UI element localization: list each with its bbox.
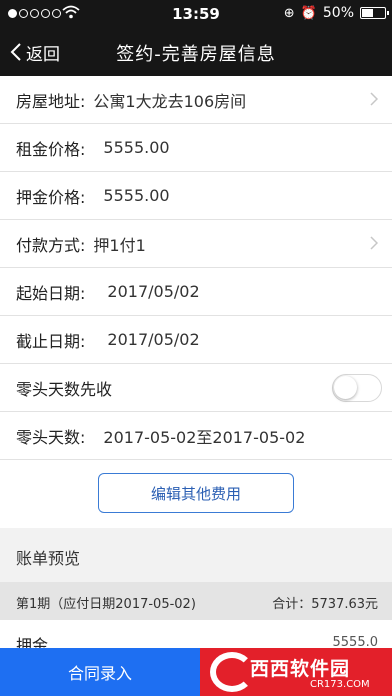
rotation-lock-icon: ⊕ bbox=[283, 5, 295, 21]
deposit-value[interactable]: 5555.00 bbox=[103, 186, 169, 205]
chevron-right-icon bbox=[370, 236, 378, 250]
contract-entry-button[interactable]: 合同录入 bbox=[0, 648, 200, 696]
address-label: 房屋地址: bbox=[16, 91, 86, 111]
start-date-row[interactable]: 起始日期: 2017/05/02 bbox=[0, 268, 392, 316]
start-date-label: 起始日期: bbox=[16, 283, 86, 303]
address-row[interactable]: 房屋地址: 公寓1大龙去106房间 bbox=[0, 76, 392, 124]
battery-level bbox=[362, 9, 373, 17]
bill-period-total: 合计：5737.63元 bbox=[272, 597, 378, 612]
toggle-knob bbox=[334, 376, 357, 399]
odd-days-row: 零头天数: 2017-05-02至2017-05-02 bbox=[0, 412, 392, 460]
address-value: 公寓1大龙去106房间 bbox=[93, 91, 247, 111]
deposit-label: 押金价格: bbox=[16, 187, 86, 207]
payment-value: 押1付1 bbox=[93, 235, 146, 255]
watermark-url: CR173.COM bbox=[310, 679, 370, 690]
end-date-row[interactable]: 截止日期: 2017/05/02 bbox=[0, 316, 392, 364]
bill-period-header: 第1期（应付日期2017-05-02) 合计：5737.63元 bbox=[0, 582, 392, 620]
watermark-logo: 西西软件园 CR173.COM bbox=[200, 648, 392, 696]
alarm-icon: ⏰ bbox=[300, 5, 317, 21]
status-bar: 13:59 ⊕ ⏰ 50% bbox=[0, 0, 392, 28]
contract-form: 房屋地址: 公寓1大龙去106房间 租金价格: 5555.00 押金价格: 55… bbox=[0, 76, 392, 460]
edit-other-fees-button[interactable]: 编辑其他费用 bbox=[98, 473, 294, 513]
nav-bar: 返回 签约-完善房屋信息 bbox=[0, 28, 392, 76]
footer-bar: 合同录入 西西软件园 CR173.COM bbox=[0, 648, 392, 696]
rent-label: 租金价格: bbox=[16, 139, 86, 159]
end-date-value[interactable]: 2017/05/02 bbox=[107, 330, 199, 349]
status-right: ⊕ ⏰ 50% bbox=[283, 5, 389, 21]
chevron-right-icon bbox=[370, 92, 378, 106]
start-date-value[interactable]: 2017/05/02 bbox=[107, 282, 199, 301]
payment-label: 付款方式: bbox=[16, 235, 86, 255]
end-date-label: 截止日期: bbox=[16, 331, 86, 351]
odd-days-first-label: 零头天数先收 bbox=[16, 379, 113, 399]
odd-days-label: 零头天数: bbox=[16, 427, 86, 447]
payment-row[interactable]: 付款方式: 押1付1 bbox=[0, 220, 392, 268]
watermark-c-icon bbox=[210, 652, 254, 692]
bill-preview-title: 账单预览 bbox=[16, 549, 81, 568]
edit-fee-section: 编辑其他费用 bbox=[0, 460, 392, 528]
odd-days-value: 2017-05-02至2017-05-02 bbox=[103, 427, 306, 447]
page-title: 签约-完善房屋信息 bbox=[116, 44, 276, 65]
battery-percent: 50% bbox=[322, 5, 354, 21]
rent-row[interactable]: 租金价格: 5555.00 bbox=[0, 124, 392, 172]
watermark-site: 西西软件园 bbox=[250, 658, 351, 680]
deposit-row[interactable]: 押金价格: 5555.00 bbox=[0, 172, 392, 220]
odd-days-first-toggle[interactable] bbox=[332, 374, 382, 402]
bill-period-label: 第1期（应付日期2017-05-02) bbox=[16, 597, 196, 612]
top-bar: 13:59 ⊕ ⏰ 50% 返回 签约-完善房屋信息 bbox=[0, 0, 392, 76]
rent-value[interactable]: 5555.00 bbox=[103, 138, 169, 157]
odd-days-first-row: 零头天数先收 bbox=[0, 364, 392, 412]
battery-icon bbox=[360, 7, 389, 19]
